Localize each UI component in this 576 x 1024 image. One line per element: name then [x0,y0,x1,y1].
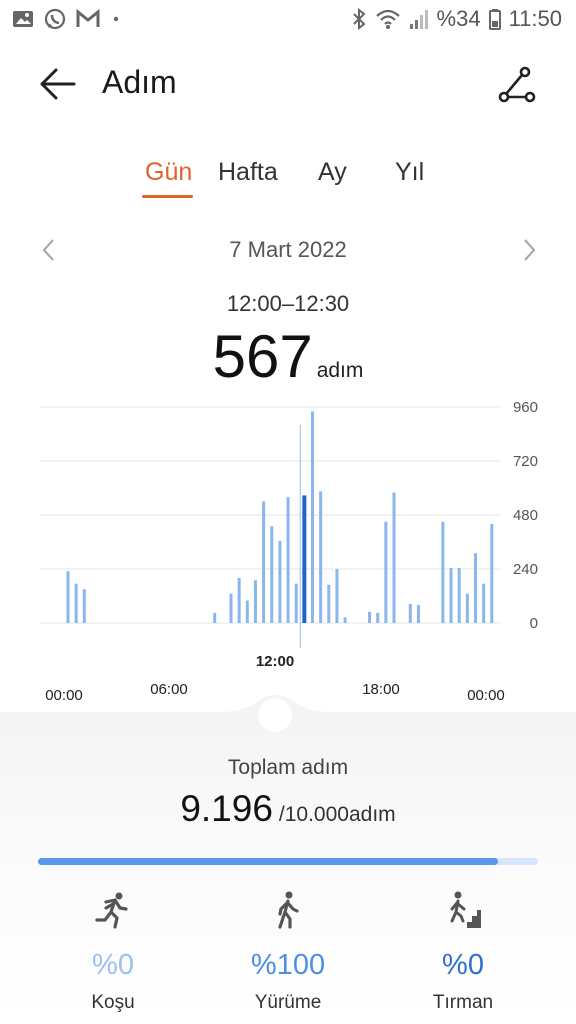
selected-step-value: 567 adım [0,322,576,391]
bar [449,567,453,623]
y-tick-label: 240 [513,561,538,578]
running-percent: %0 [92,949,134,981]
battery-percent: %34 [436,6,481,31]
bar [270,526,274,623]
back-button[interactable] [36,62,80,106]
total-steps: 9.196/10.000adım [0,788,576,830]
bar [253,580,257,623]
climbing-label: Tırman [432,992,494,1013]
climbing-icon [450,891,481,928]
activity-walking: %100 Yürüme [213,890,363,1014]
tab-month[interactable]: Ay [318,158,347,187]
y-tick-label: 480 [513,507,538,524]
bar [457,567,461,623]
bar [245,600,249,623]
bar [66,571,70,623]
bar [416,605,420,623]
bar [482,583,486,623]
system-status: %34 11:50 [351,6,562,32]
step-goal: /10.000adım [278,803,396,826]
bar [262,501,266,623]
share-button[interactable] [494,62,540,108]
bar [376,612,380,623]
bar [294,583,298,623]
more-notifications-icon [113,16,119,22]
activity-climbing: %0 Tırman [388,890,538,1014]
bar [465,593,469,623]
goal-progress-fill [38,858,498,865]
climbing-percent: %0 [442,949,484,981]
bar [474,553,477,623]
y-tick-label: 960 [513,399,538,416]
bar [319,491,323,623]
bar [392,492,396,623]
tab-day[interactable]: Gün [145,158,192,187]
chevron-right-icon [524,239,536,261]
activity-running: %0 Koşu [38,890,188,1014]
status-bar: %34 11:50 [0,0,576,40]
bar [74,583,78,623]
selected-time-range: 12:00–12:30 [226,291,350,316]
bar [343,617,347,623]
bar [311,411,314,623]
steps-bar-chart[interactable]: 960720480240012:0000:00 06:00 18:00 00:00 [0,390,576,710]
y-tick-label: 720 [513,453,538,470]
previous-day-button[interactable] [36,236,62,264]
gmail-icon [76,9,100,27]
goal-progress-bar [38,858,538,865]
selected-time-label: 12:00 [256,653,294,670]
current-date: 7 Mart 2022 [229,237,347,262]
selected-step-unit: adım [316,359,364,382]
selected-bar [302,495,307,623]
bar [490,524,494,623]
y-tick-label: 0 [530,615,538,632]
page-title: Adım [102,64,177,100]
chevron-left-icon [42,239,54,261]
next-day-button[interactable] [516,236,542,264]
timeline-scrubber-handle[interactable] [258,698,292,732]
walking-percent: %100 [250,949,326,981]
bar [384,521,388,623]
tab-year[interactable]: Yıl [395,158,424,187]
bar [278,540,282,623]
running-label: Koşu [91,992,135,1013]
bar [408,603,412,623]
total-steps-label: Toplam adım [227,756,349,779]
tab-week[interactable]: Hafta [218,158,278,187]
bluetooth-icon [352,7,366,31]
running-icon [95,892,128,929]
clock: 11:50 [508,6,562,31]
bar [286,497,290,623]
bar [82,589,86,623]
bar [368,611,372,623]
gallery-icon [13,11,33,27]
share-icon [498,66,536,103]
total-steps-value: 9.196 [180,788,273,829]
whatsapp-icon [44,8,66,30]
walking-label: Yürüme [254,992,322,1013]
bar [213,612,217,623]
signal-icon [409,10,428,29]
bar [237,578,241,623]
battery-icon [488,9,501,30]
active-tab-indicator [142,195,193,198]
selected-step-count: 567 [212,323,313,390]
wifi-icon [375,9,400,29]
bar [229,593,233,623]
bar [327,584,331,623]
bar [335,569,339,623]
walking-icon [278,891,299,929]
arrow-left-icon [40,68,76,100]
notification-icons [12,8,122,30]
bar [441,521,445,623]
